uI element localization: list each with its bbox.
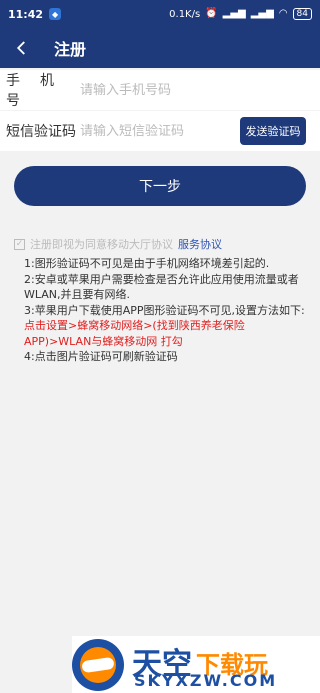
- logo-badge-icon: [72, 638, 124, 691]
- sms-input[interactable]: [80, 123, 230, 139]
- agree-checkbox[interactable]: ✓: [14, 238, 25, 250]
- note-red-instructions: 点击设置>蜂窝移动网络>(找到陕西养老保险APP)>WLAN与蜂窝移动网 打勾: [24, 319, 245, 348]
- note-2: 2:安卓或苹果用户需要检查是否允许此应用使用流量或者WLAN,并且要有网络.: [24, 272, 299, 302]
- wifi-icon: ◠: [278, 8, 288, 19]
- phone-input[interactable]: [80, 82, 230, 98]
- send-code-button[interactable]: 发送验证码: [240, 117, 306, 145]
- note-4: 4:点击图片验证码可刷新验证码: [24, 350, 178, 363]
- app-bar: 注册: [0, 28, 320, 68]
- status-bar: 11:42 ◆ 0.1K/s ⏰ ▂▄▆ ▂▄▆ ◠ 84: [0, 0, 320, 28]
- alarm-icon: ⏰: [205, 8, 218, 19]
- note-3: 3:苹果用户下载使用APP图形验证码不可见,设置方法如下:: [24, 303, 305, 317]
- watermark-logo: 天空 下载玩 SKYXZW.COM: [72, 636, 320, 693]
- agreement-row: ✓ 注册即视为同意移动大厅协议 服务协议: [14, 236, 222, 252]
- phone-row: 手机号: [0, 70, 320, 110]
- agreement-text: 注册即视为同意移动大厅协议: [30, 238, 173, 251]
- note-1: 1:图形验证码不可见是由于手机网络环境差引起的.: [24, 257, 270, 270]
- page-title: 注册: [54, 40, 87, 59]
- sms-row: 短信验证码 发送验证码: [0, 111, 320, 151]
- phone-label: 手机号: [6, 73, 74, 109]
- status-right: 0.1K/s ⏰ ▂▄▆ ▂▄▆ ◠ 84: [169, 8, 312, 20]
- signal-icon: ▂▄▆: [222, 8, 246, 19]
- app-notification-icon: ◆: [49, 8, 62, 20]
- back-button[interactable]: [0, 28, 44, 68]
- net-speed: 0.1K/s: [169, 8, 201, 20]
- watermark-domain: SKYXZW.COM: [134, 671, 278, 690]
- signal2-icon: ▂▄▆: [250, 8, 274, 19]
- help-notes: 1:图形验证码不可见是由于手机网络环境差引起的. 2:安卓或苹果用户需要检查是否…: [24, 256, 306, 365]
- next-button[interactable]: 下一步: [14, 166, 306, 206]
- status-time: 11:42: [8, 7, 44, 21]
- battery-icon: 84: [292, 8, 312, 20]
- back-arrow-icon: [16, 41, 25, 55]
- service-agreement-link[interactable]: 服务协议: [178, 236, 222, 252]
- sms-label: 短信验证码: [6, 124, 76, 140]
